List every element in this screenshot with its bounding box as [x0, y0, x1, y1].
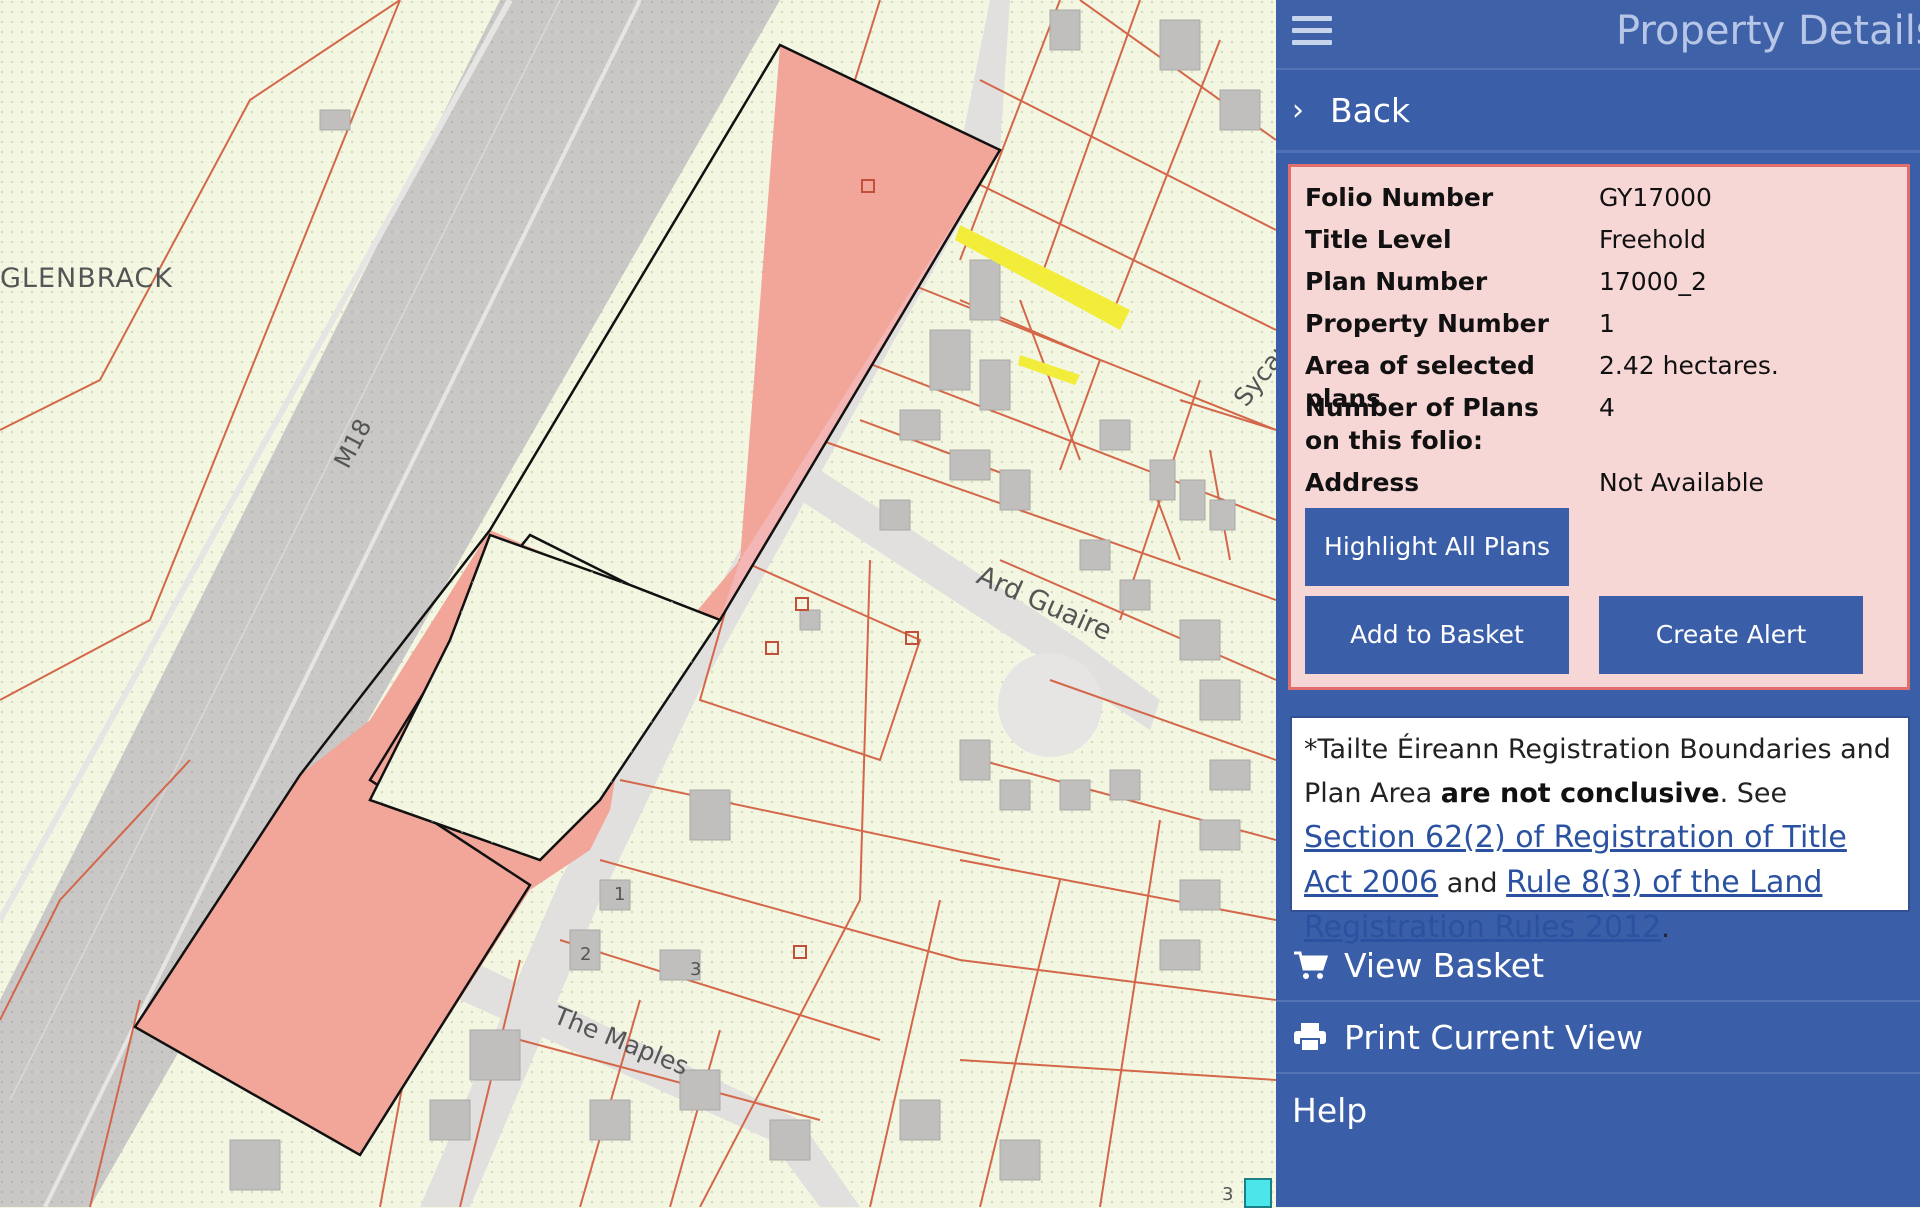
- chevron-right-icon: ›: [1292, 92, 1304, 128]
- cul-de-sac: [998, 653, 1102, 757]
- back-button[interactable]: › Back: [1276, 70, 1920, 153]
- house-number: 3: [690, 959, 701, 980]
- panel-title: Property Details: [1616, 8, 1920, 54]
- highlight-all-plans-button[interactable]: Highlight All Plans: [1305, 508, 1569, 586]
- back-label: Back: [1330, 90, 1411, 130]
- detail-label: Property Number: [1305, 309, 1549, 338]
- print-current-view-label: Print Current View: [1344, 1017, 1644, 1057]
- map-view[interactable]: GLENBRACK M18 Ard Guaire The Maples Syca…: [0, 0, 1276, 1207]
- detail-value: Freehold: [1599, 225, 1707, 254]
- detail-label: Number of Plans on this folio:: [1305, 393, 1539, 455]
- help-label: Help: [1292, 1090, 1368, 1130]
- help-button[interactable]: Help: [1276, 1074, 1920, 1146]
- panel-header: Property Details: [1276, 0, 1920, 70]
- detail-value: 4: [1599, 393, 1615, 422]
- add-to-basket-button[interactable]: Add to Basket: [1305, 596, 1569, 674]
- notice-and: and: [1438, 868, 1507, 899]
- registration-notice: *Tailte Éireann Registration Boundaries …: [1290, 716, 1910, 945]
- detail-value: 1: [1599, 309, 1615, 338]
- print-current-view-button[interactable]: Print Current View: [1276, 1002, 1920, 1074]
- create-alert-button[interactable]: Create Alert: [1599, 596, 1863, 674]
- detail-value: Not Available: [1599, 468, 1764, 497]
- detail-label: Plan Number: [1305, 267, 1488, 296]
- view-basket-label: View Basket: [1344, 945, 1545, 985]
- notice-see: . See: [1719, 778, 1788, 809]
- printer-icon: [1294, 1023, 1326, 1052]
- cart-icon: [1294, 951, 1328, 979]
- detail-value: 2.42 hectares.: [1599, 351, 1779, 380]
- detail-label: Address: [1305, 468, 1420, 497]
- map-canvas[interactable]: GLENBRACK M18 Ard Guaire The Maples Syca…: [0, 0, 1276, 1207]
- menu-icon[interactable]: [1292, 16, 1332, 50]
- property-details-panel: Property Details › Back Folio Number GY1…: [1276, 0, 1920, 1207]
- place-label-glenbrack: GLENBRACK: [0, 263, 173, 294]
- detail-label: Title Level: [1305, 225, 1452, 254]
- notice-bold: are not conclusive: [1440, 778, 1720, 809]
- map-corner-marker[interactable]: [1244, 1178, 1272, 1208]
- house-number: 1: [614, 884, 625, 905]
- detail-value: 17000_2: [1599, 267, 1707, 296]
- house-number: 3: [1222, 1184, 1233, 1205]
- detail-label: Folio Number: [1305, 183, 1494, 212]
- house-number: 2: [580, 944, 591, 965]
- detail-value: GY17000: [1599, 183, 1712, 212]
- property-details-card: Folio Number GY17000 Title Level Freehol…: [1288, 164, 1910, 690]
- view-basket-button[interactable]: View Basket: [1276, 930, 1920, 1002]
